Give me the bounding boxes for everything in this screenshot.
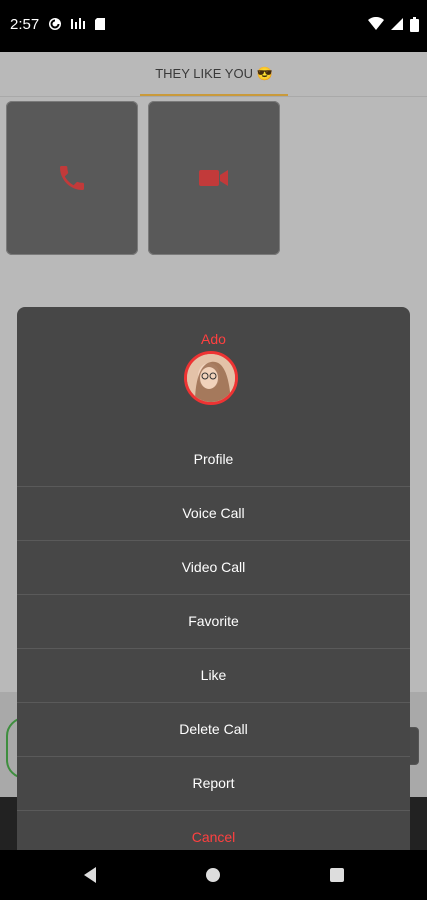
video-camera-icon [199, 170, 228, 186]
voice-call-tile[interactable] [6, 101, 138, 255]
sim-card-icon [95, 18, 105, 30]
menu-item-favorite[interactable]: Favorite [17, 594, 410, 649]
tab-divider [0, 96, 427, 97]
menu-item-profile[interactable]: Profile [17, 432, 410, 487]
recent-apps-icon[interactable] [330, 868, 344, 882]
menu-item-video-call[interactable]: Video Call [17, 540, 410, 595]
status-time: 2:57 [10, 16, 40, 33]
tab-they-like-you[interactable]: THEY LIKE YOU 😎 [140, 66, 288, 82]
status-bar: 2:57 [0, 0, 427, 52]
menu-item-delete-call[interactable]: Delete Call [17, 702, 410, 757]
wifi-icon [368, 17, 384, 30]
contact-name: Ado [201, 331, 226, 347]
avatar[interactable] [184, 351, 238, 405]
action-sheet: Ado Profile Voice Call Video Call Favori… [17, 307, 410, 850]
cancel-button[interactable]: Cancel [17, 810, 410, 850]
pocket-casts-icon [49, 18, 61, 30]
menu-item-report[interactable]: Report [17, 756, 410, 811]
home-icon[interactable] [206, 868, 220, 882]
battery-icon [410, 17, 419, 32]
phone-icon [60, 166, 84, 190]
system-nav-bar [0, 850, 427, 900]
status-left-icons [48, 17, 106, 31]
avatar-photo [187, 354, 235, 402]
cell-signal-icon [391, 18, 403, 30]
menu-item-voice-call[interactable]: Voice Call [17, 486, 410, 541]
menu-item-like[interactable]: Like [17, 648, 410, 703]
signal-bars-icon [71, 18, 85, 29]
video-call-tile[interactable] [148, 101, 280, 255]
back-icon[interactable] [82, 866, 98, 884]
status-right-icons [368, 17, 419, 32]
